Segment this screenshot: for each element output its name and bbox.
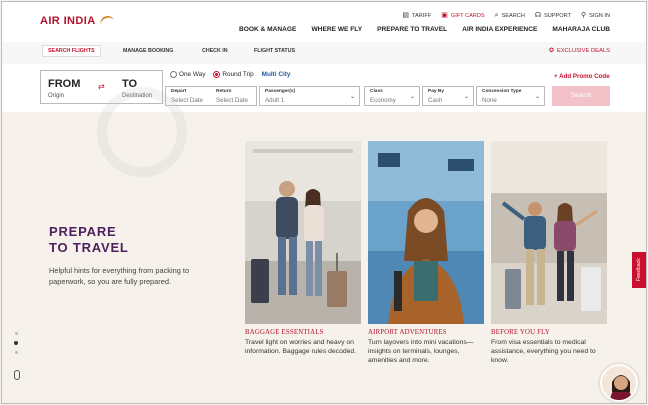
main-nav: BOOK & MANAGE WHERE WE FLY PREPARE TO TR… — [239, 26, 610, 33]
add-promo-code-link[interactable]: + Add Promo Code — [554, 73, 610, 80]
concession-select[interactable]: Concession Type None ⌄ — [476, 86, 545, 106]
card-title: BEFORE YOU FLY — [491, 329, 550, 336]
radio-circle-icon — [170, 71, 177, 78]
passengers-label: Passenger(s) — [265, 89, 296, 94]
tab-flight-status[interactable]: FLIGHT STATUS — [254, 48, 295, 54]
section-dot[interactable] — [14, 351, 18, 354]
section-dot[interactable] — [14, 332, 18, 335]
card-description: From visa essentials to medical assistan… — [491, 339, 596, 365]
pay-by-select[interactable]: Pay By Cash ⌄ — [422, 86, 474, 106]
util-search[interactable]: ⌕ SEARCH — [495, 12, 525, 19]
concession-value: None — [482, 97, 497, 104]
util-label: SEARCH — [501, 12, 525, 19]
pay-by-value: Cash — [428, 97, 443, 104]
tab-search-flights[interactable]: SEARCH FLIGHTS — [42, 45, 101, 57]
assistant-avatar-icon — [602, 366, 636, 400]
tag-icon: ✪ — [548, 48, 554, 54]
scroll-mouse-icon — [14, 370, 20, 380]
nav-where-we-fly[interactable]: WHERE WE FLY — [311, 26, 362, 33]
depart-label: Depart — [171, 89, 187, 94]
chevron-down-icon: ⌄ — [463, 94, 469, 100]
from-label: FROM — [48, 78, 81, 90]
title-line-1: PREPARE — [49, 224, 117, 239]
search-flights-button[interactable]: Search — [552, 86, 610, 106]
chat-assistant-avatar[interactable] — [600, 364, 638, 402]
class-select[interactable]: Class Economy ⌄ — [364, 86, 420, 106]
flight-search-widget: FROM Origin ⇄ TO Destination One Way Rou… — [2, 64, 646, 112]
page-title: PREPARE TO TRAVEL — [49, 224, 129, 256]
browser-viewport: AIR INDIA ▤ TARIFF ▣ GIFT CARDS ⌕ SEARCH… — [1, 1, 647, 404]
chevron-down-icon: ⌄ — [349, 94, 355, 100]
headset-icon: ☊ — [534, 12, 542, 19]
exclusive-deals-link[interactable]: ✪ EXCLUSIVE DEALS — [549, 48, 610, 54]
title-line-2: TO TRAVEL — [49, 240, 129, 255]
swap-icon[interactable]: ⇄ — [98, 82, 105, 91]
concession-label: Concession Type — [482, 89, 522, 94]
card-description: Turn layovers into mini vacations—insigh… — [368, 339, 474, 365]
util-sign-in[interactable]: ⚲ SIGN IN — [581, 12, 610, 19]
passengers-select[interactable]: Passenger(s) Adult 1 ⌄ — [259, 86, 360, 106]
class-value: Economy — [370, 97, 396, 104]
util-gift-cards[interactable]: ▣ GIFT CARDS — [441, 12, 484, 19]
logo-text: AIR INDIA — [40, 15, 96, 27]
tab-manage-booking[interactable]: MANAGE BOOKING — [123, 48, 173, 54]
tariff-icon: ▤ — [402, 12, 410, 19]
card-title: AIRPORT ADVENTURES — [368, 329, 447, 336]
site-header: AIR INDIA ▤ TARIFF ▣ GIFT CARDS ⌕ SEARCH… — [2, 2, 646, 42]
booking-tabs: SEARCH FLIGHTS MANAGE BOOKING CHECK IN F… — [2, 42, 646, 64]
tab-check-in[interactable]: CHECK IN — [202, 48, 228, 54]
util-label: GIFT CARDS — [450, 12, 485, 19]
return-label: Return — [216, 89, 232, 94]
util-label: SUPPORT — [544, 12, 572, 19]
util-label: SIGN IN — [589, 12, 610, 19]
chevron-down-icon: ⌄ — [409, 94, 415, 100]
utility-nav: ▤ TARIFF ▣ GIFT CARDS ⌕ SEARCH ☊ SUPPORT… — [402, 12, 610, 19]
trip-type-selector: One Way Round Trip Multi City — [170, 71, 290, 78]
couple-luggage-image — [491, 141, 607, 324]
nav-air-india-experience[interactable]: AIR INDIA EXPERIENCE — [462, 26, 537, 33]
one-way-label: One Way — [179, 71, 206, 79]
radio-round-trip[interactable]: Round Trip — [213, 71, 254, 79]
radio-one-way[interactable]: One Way — [170, 71, 205, 78]
round-trip-label: Round Trip — [222, 71, 254, 79]
chevron-down-icon: ⌄ — [534, 94, 540, 100]
section-dot-active[interactable] — [14, 341, 18, 345]
airport-couple-image — [245, 141, 361, 324]
gift-icon: ▣ — [441, 12, 448, 19]
card-title: BAGGAGE ESSENTIALS — [245, 329, 324, 336]
card-baggage-essentials[interactable]: BAGGAGE ESSENTIALS Travel light on worri… — [245, 141, 361, 356]
watermark-ring — [97, 87, 187, 177]
logo-mark-icon — [98, 14, 115, 28]
multi-city-link[interactable]: Multi City — [262, 71, 291, 78]
class-label: Class — [370, 89, 383, 94]
page-description: Helpful hints for everything from packin… — [49, 266, 190, 286]
return-date-field[interactable]: Return Select Date — [211, 86, 257, 106]
card-before-you-fly[interactable]: BEFORE YOU FLY From visa essentials to m… — [491, 141, 607, 366]
radio-selected-icon — [213, 71, 221, 78]
nav-book-manage[interactable]: BOOK & MANAGE — [239, 26, 297, 33]
util-label: TARIFF — [412, 12, 432, 19]
exclusive-deals-label: EXCLUSIVE DEALS — [556, 48, 610, 54]
origin-label: Origin — [48, 93, 65, 99]
card-airport-adventures[interactable]: AIRPORT ADVENTURES Turn layovers into mi… — [368, 141, 484, 366]
section-indicator — [14, 332, 18, 354]
feedback-tab[interactable]: Feedback — [632, 252, 646, 288]
logo[interactable]: AIR INDIA — [40, 14, 115, 28]
nav-maharaja-club[interactable]: MAHARAJA CLUB — [552, 26, 610, 33]
nav-prepare-to-travel[interactable]: PREPARE TO TRAVEL — [377, 26, 447, 33]
search-icon: ⌕ — [494, 12, 499, 19]
util-tariff[interactable]: ▤ TARIFF — [402, 12, 431, 19]
airport-traveler-image — [368, 141, 484, 324]
passengers-value: Adult 1 — [265, 97, 285, 104]
pay-by-label: Pay By — [428, 89, 444, 94]
util-support[interactable]: ☊ SUPPORT — [535, 12, 571, 19]
return-value: Select Date — [216, 97, 248, 104]
card-description: Travel light on worries and heavy on inf… — [245, 339, 357, 356]
user-icon: ⚲ — [581, 12, 587, 19]
